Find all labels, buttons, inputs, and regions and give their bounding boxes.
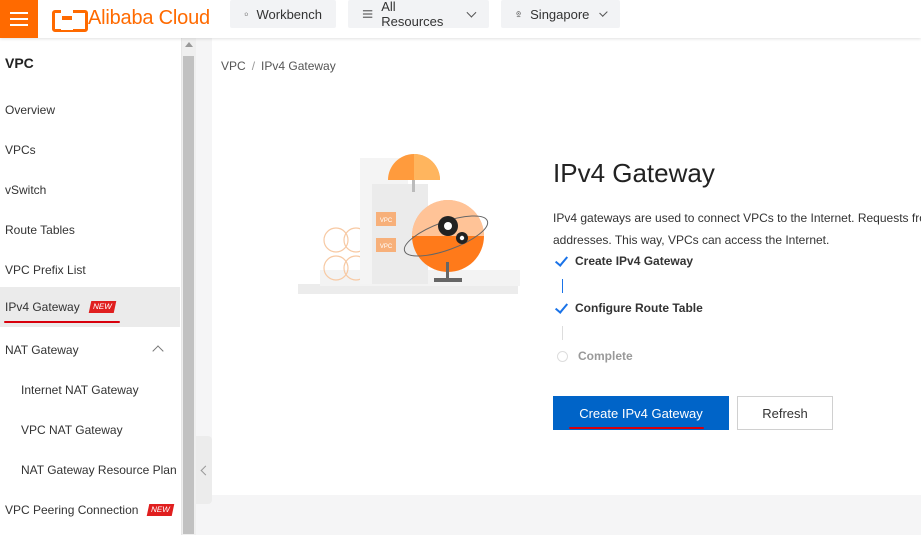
step-connector bbox=[562, 279, 563, 293]
all-resources-dropdown[interactable]: All Resources bbox=[348, 0, 489, 29]
step-label: Complete bbox=[578, 349, 633, 363]
chevron-down-icon bbox=[466, 7, 477, 17]
step-complete: Complete bbox=[557, 349, 633, 363]
sidebar-item-vpc-peering-connection[interactable]: VPC Peering Connection NEW bbox=[0, 490, 180, 530]
breadcrumb: VPC / IPv4 Gateway bbox=[221, 59, 336, 73]
page-title: IPv4 Gateway bbox=[553, 158, 715, 188]
sidebar-item-label: NAT Gateway bbox=[5, 343, 79, 357]
step-label: Create IPv4 Gateway bbox=[575, 254, 694, 268]
sidebar-scrollbar[interactable] bbox=[182, 38, 196, 535]
step-create-ipv4-gateway: Create IPv4 Gateway bbox=[555, 254, 693, 268]
main-content: VPC / IPv4 Gateway VPC VPC IPv4 Gateway IP… bbox=[212, 38, 921, 495]
menu-icon[interactable] bbox=[0, 0, 38, 38]
location-pin-icon bbox=[516, 11, 521, 18]
collapse-sidebar-handle[interactable] bbox=[196, 436, 212, 504]
sidebar-item-vpc-prefix-list[interactable]: VPC Prefix List bbox=[0, 250, 180, 290]
breadcrumb-vpc[interactable]: VPC bbox=[221, 59, 246, 73]
sidebar-item-label: VPC Prefix List bbox=[5, 263, 86, 277]
sidebar-item-vswitch[interactable]: vSwitch bbox=[0, 170, 180, 210]
list-icon bbox=[362, 10, 373, 18]
checkmark-icon bbox=[555, 303, 569, 313]
ipv4-gateway-illustration: VPC VPC bbox=[298, 154, 520, 294]
checkmark-icon bbox=[555, 256, 569, 266]
sidebar-item-label: IPv4 Gateway bbox=[5, 300, 80, 314]
sidebar-item-nat-gateway-resource-plan[interactable]: NAT Gateway Resource Plan bbox=[0, 450, 180, 490]
annotation-underline bbox=[569, 427, 704, 429]
chevron-up-icon[interactable] bbox=[152, 345, 164, 357]
workbench-label: Workbench bbox=[256, 6, 322, 22]
top-navigation-bar: Alibaba Cloud Workbench All Resources Si… bbox=[0, 0, 921, 38]
step-connector bbox=[562, 326, 563, 340]
sidebar-title: VPC bbox=[5, 55, 34, 71]
sidebar-item-label: NAT Gateway Resource Plan bbox=[21, 463, 177, 477]
breadcrumb-current: IPv4 Gateway bbox=[261, 59, 336, 73]
sidebar-item-label: Route Tables bbox=[5, 223, 75, 237]
sidebar-item-label: VPC NAT Gateway bbox=[21, 423, 123, 437]
create-ipv4-gateway-button[interactable]: Create IPv4 Gateway bbox=[553, 396, 729, 430]
step-configure-route-table: Configure Route Table bbox=[555, 301, 703, 315]
logo-mark-icon bbox=[52, 8, 88, 32]
description: IPv4 gateways are used to connect VPCs t… bbox=[553, 207, 921, 251]
refresh-button[interactable]: Refresh bbox=[737, 396, 833, 430]
step-label: Configure Route Table bbox=[575, 301, 703, 315]
sidebar-item-label: Overview bbox=[5, 103, 56, 117]
sidebar-item-nat-gateway[interactable]: NAT Gateway bbox=[0, 330, 180, 370]
sidebar-item-vpc-nat-gateway[interactable]: VPC NAT Gateway bbox=[0, 410, 180, 450]
breadcrumb-separator: / bbox=[251, 59, 256, 73]
chevron-down-icon bbox=[599, 7, 608, 17]
description-line: addresses. This way, VPCs can access the… bbox=[553, 233, 830, 247]
region-label: Singapore bbox=[530, 6, 590, 22]
new-badge: NEW bbox=[147, 504, 175, 516]
sidebar-item-label: Internet NAT Gateway bbox=[21, 383, 139, 397]
all-resources-label: All Resources bbox=[381, 0, 444, 29]
region-dropdown[interactable]: Singapore bbox=[501, 0, 620, 28]
illustration-vpc-label: VPC bbox=[380, 244, 393, 250]
logo-text: Alibaba Cloud bbox=[88, 6, 210, 29]
description-line: IPv4 gateways are used to connect VPCs t… bbox=[553, 211, 921, 225]
sidebar-item-vpcs[interactable]: VPCs bbox=[0, 130, 180, 170]
sidebar-item-internet-nat-gateway[interactable]: Internet NAT Gateway bbox=[0, 370, 180, 410]
new-badge: NEW bbox=[88, 301, 116, 313]
scroll-up-arrow-icon[interactable] bbox=[185, 42, 193, 47]
scrollbar-thumb[interactable] bbox=[183, 56, 194, 534]
alibaba-cloud-logo[interactable]: Alibaba Cloud bbox=[52, 4, 210, 32]
sidebar: VPC Overview VPCs vSwitch Route Tables V… bbox=[0, 38, 182, 535]
illustration-vpc-label: VPC bbox=[380, 218, 393, 224]
sidebar-item-route-tables[interactable]: Route Tables bbox=[0, 210, 180, 250]
home-icon bbox=[244, 12, 249, 16]
workbench-button[interactable]: Workbench bbox=[230, 0, 336, 28]
sidebar-item-label: VPC Peering Connection bbox=[5, 503, 139, 517]
pending-circle-icon bbox=[557, 350, 568, 362]
sidebar-item-label: vSwitch bbox=[5, 183, 47, 197]
sidebar-item-overview[interactable]: Overview bbox=[0, 90, 180, 130]
sidebar-item-label: VPCs bbox=[5, 143, 36, 157]
annotation-underline bbox=[4, 321, 120, 323]
